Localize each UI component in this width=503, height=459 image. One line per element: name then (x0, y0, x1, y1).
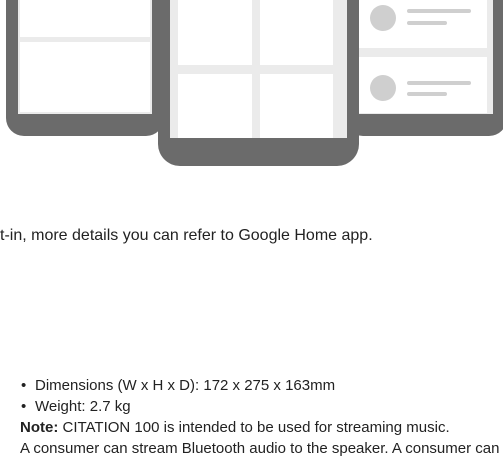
product-specs: Dimensions (W x H x D): 172 x 275 x 163m… (20, 375, 503, 459)
grid-tile (260, 0, 333, 65)
bluetooth-paragraph: A consumer can stream Bluetooth audio to… (20, 440, 500, 457)
note-text: CITATION 100 is intended to be used for … (58, 419, 450, 436)
google-home-note: t-in, more details you can refer to Goog… (0, 227, 373, 244)
right-phone (345, 0, 503, 136)
center-phone (158, 0, 359, 166)
text-placeholder (407, 81, 471, 85)
grid-tile (178, 0, 252, 65)
center-phone-screen (170, 0, 347, 138)
left-phone (6, 0, 164, 136)
spec-weight: Weight: 2.7 kg (20, 396, 503, 417)
right-phone-screen (359, 0, 493, 114)
text-placeholder (407, 9, 471, 13)
spec-list: Dimensions (W x H x D): 172 x 275 x 163m… (20, 375, 503, 417)
note-label: Note: (20, 419, 59, 436)
left-phone-card (20, 0, 150, 37)
text-placeholder (407, 21, 447, 25)
text-placeholder (407, 92, 447, 96)
grid-tile (260, 74, 333, 138)
left-phone-card (20, 42, 150, 112)
spec-dimensions: Dimensions (W x H x D): 172 x 275 x 163m… (20, 375, 503, 396)
grid-tile (178, 74, 252, 138)
avatar-placeholder-icon (370, 75, 396, 101)
right-phone-list-item (359, 0, 487, 48)
phones-illustration (0, 0, 503, 170)
right-phone-list-item (359, 57, 487, 113)
left-phone-screen (18, 0, 152, 114)
note-paragraph: Note: CITATION 100 is intended to be use… (20, 417, 503, 438)
avatar-placeholder-icon (370, 5, 396, 31)
